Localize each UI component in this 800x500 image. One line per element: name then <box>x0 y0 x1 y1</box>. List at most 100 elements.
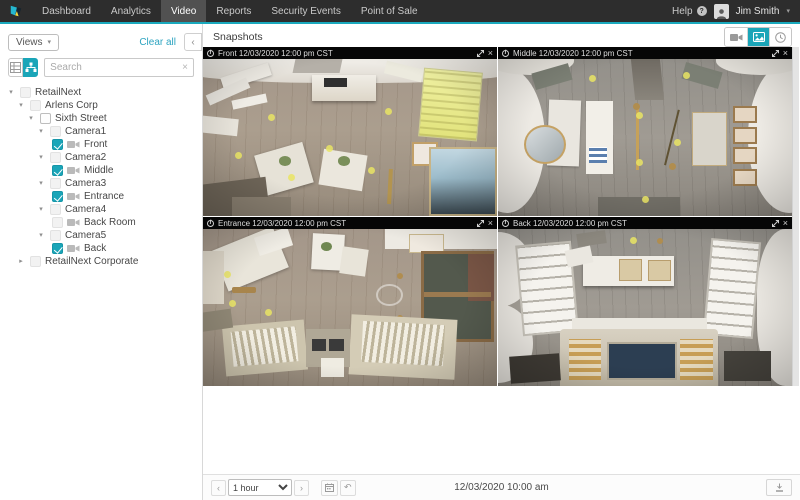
camera-snapshot-front[interactable] <box>203 59 497 216</box>
camera-snapshot-middle[interactable] <box>498 59 792 216</box>
interval-next-button[interactable]: › <box>294 479 309 496</box>
expand-arrow-icon[interactable]: ▾ <box>36 151 46 164</box>
tree-item-camera1[interactable]: ▾ Camera1 <box>0 125 202 138</box>
view-mode-toolbar <box>724 27 792 47</box>
video-mode-button[interactable] <box>725 28 747 46</box>
tile-entrance-header: i Entrance 12/03/2020 12:00 pm CST × <box>203 217 497 229</box>
scrollbar-gutter[interactable] <box>792 47 799 386</box>
tile-entrance: i Entrance 12/03/2020 12:00 pm CST × <box>203 217 497 386</box>
expand-arrow-icon[interactable]: ▾ <box>36 177 46 190</box>
tree-view-toggle-button[interactable] <box>23 58 39 77</box>
checkbox[interactable] <box>20 87 31 98</box>
camera-snapshot-back[interactable] <box>498 229 792 386</box>
reset-time-button[interactable]: ↶ <box>340 479 356 496</box>
search-clear-icon[interactable]: × <box>182 62 188 73</box>
checkbox-checked[interactable] <box>52 165 63 176</box>
checkbox-checked[interactable] <box>52 139 63 150</box>
tree-item-back-room[interactable]: Back Room <box>0 216 202 229</box>
playback-footer: ‹ 1 hour › ↶ 12/03/2020 10:00 am <box>203 474 800 500</box>
expand-icon[interactable] <box>476 49 484 57</box>
expand-arrow-icon[interactable]: ▾ <box>36 125 46 138</box>
tree-item-front[interactable]: Front <box>0 138 202 151</box>
nav-item-video[interactable]: Video <box>160 0 207 22</box>
collapse-arrow-icon[interactable]: ▸ <box>16 255 26 268</box>
expand-icon[interactable] <box>476 219 484 227</box>
interval-select[interactable]: 1 hour <box>228 479 292 496</box>
checkbox-checked[interactable] <box>52 243 63 254</box>
tree-item-camera4[interactable]: ▾ Camera4 <box>0 203 202 216</box>
info-icon[interactable]: i <box>502 219 509 227</box>
help-question-icon: ? <box>696 6 707 16</box>
search-input[interactable] <box>50 62 183 73</box>
info-icon[interactable]: i <box>502 49 509 57</box>
close-icon[interactable]: × <box>488 218 493 228</box>
tree-item-retailnext-corporate[interactable]: ▸ RetailNext Corporate <box>0 255 202 268</box>
checkbox[interactable] <box>30 256 41 267</box>
expand-arrow-icon[interactable]: ▾ <box>36 229 46 242</box>
camera-icon <box>67 141 80 148</box>
checkbox[interactable] <box>52 217 63 228</box>
tile-front-title: Front 12/03/2020 12:00 pm CST <box>218 48 333 58</box>
close-icon[interactable]: × <box>783 48 788 58</box>
close-icon[interactable]: × <box>488 48 493 58</box>
avatar[interactable] <box>713 3 729 19</box>
checkbox[interactable] <box>50 178 61 189</box>
views-caret-icon: ▾ <box>47 39 52 46</box>
expand-arrow-icon[interactable]: ▾ <box>36 203 46 216</box>
expand-arrow-icon[interactable]: ▾ <box>6 86 16 99</box>
tree-item-middle[interactable]: Middle <box>0 164 202 177</box>
close-icon[interactable]: × <box>783 218 788 228</box>
tree-item-retailnext[interactable]: ▾ RetailNext <box>0 86 202 99</box>
tree-item-camera3[interactable]: ▾ Camera3 <box>0 177 202 190</box>
clock-history-button[interactable] <box>769 28 791 46</box>
checkbox[interactable] <box>50 152 61 163</box>
camera-snapshot-entrance[interactable] <box>203 229 497 386</box>
tile-middle: i Middle 12/03/2020 12:00 pm CST × <box>498 47 792 216</box>
collapse-panel-button[interactable]: ‹ <box>184 33 202 51</box>
user-menu-caret-icon[interactable]: ▾ <box>786 7 790 15</box>
checkbox[interactable] <box>30 100 41 111</box>
nav-item-reports[interactable]: Reports <box>206 0 261 22</box>
tree-item-arlens-corp[interactable]: ▾ Arlens Corp <box>0 99 202 112</box>
tree-item-camera5[interactable]: ▾ Camera5 <box>0 229 202 242</box>
tree-item-camera2[interactable]: ▾ Camera2 <box>0 151 202 164</box>
info-icon[interactable]: i <box>207 219 214 227</box>
tile-front: i Front 12/03/2020 12:00 pm CST × <box>203 47 497 216</box>
checkbox[interactable] <box>50 204 61 215</box>
nav-item-point-of-sale[interactable]: Point of Sale <box>351 0 428 22</box>
tile-middle-header: i Middle 12/03/2020 12:00 pm CST × <box>498 47 792 59</box>
nav-right: Help ? Jim Smith ▾ <box>672 0 800 22</box>
fisheye-vignette <box>203 229 497 386</box>
expand-icon[interactable] <box>771 219 779 227</box>
retailnext-logo-icon[interactable] <box>0 0 32 22</box>
checkbox[interactable] <box>50 230 61 241</box>
expand-arrow-icon[interactable]: ▾ <box>16 99 26 112</box>
expand-icon[interactable] <box>771 49 779 57</box>
fisheye-vignette <box>498 229 792 386</box>
info-icon[interactable]: i <box>207 49 214 57</box>
interval-prev-button[interactable]: ‹ <box>211 479 226 496</box>
expand-arrow-icon[interactable]: ▾ <box>26 112 36 125</box>
user-name[interactable]: Jim Smith <box>736 6 780 17</box>
nav-item-security-events[interactable]: Security Events <box>261 0 350 22</box>
calendar-button[interactable] <box>321 479 338 496</box>
checkbox-checked[interactable] <box>52 191 63 202</box>
app: Dashboard Analytics Video Reports Securi… <box>0 0 800 500</box>
camera-icon <box>67 193 80 200</box>
nav-item-dashboard[interactable]: Dashboard <box>32 0 101 22</box>
fisheye-vignette <box>498 59 792 216</box>
tree-item-sixth-street[interactable]: ▾ Sixth Street <box>0 112 202 125</box>
views-dropdown-button[interactable]: Views ▾ <box>8 33 60 51</box>
checkbox[interactable] <box>50 126 61 137</box>
tile-front-header: i Front 12/03/2020 12:00 pm CST × <box>203 47 497 59</box>
download-button[interactable] <box>766 479 792 496</box>
tree-item-back[interactable]: Back <box>0 242 202 255</box>
help-link[interactable]: Help ? <box>672 6 707 17</box>
clear-all-link[interactable]: Clear all <box>139 37 184 48</box>
checkbox-partial[interactable] <box>40 113 51 124</box>
current-datetime: 12/03/2020 10:00 am <box>454 482 549 493</box>
nav-item-analytics[interactable]: Analytics <box>101 0 161 22</box>
list-view-toggle-button[interactable] <box>8 58 24 77</box>
tree-item-entrance[interactable]: Entrance <box>0 190 202 203</box>
snapshot-mode-button[interactable] <box>747 28 769 46</box>
